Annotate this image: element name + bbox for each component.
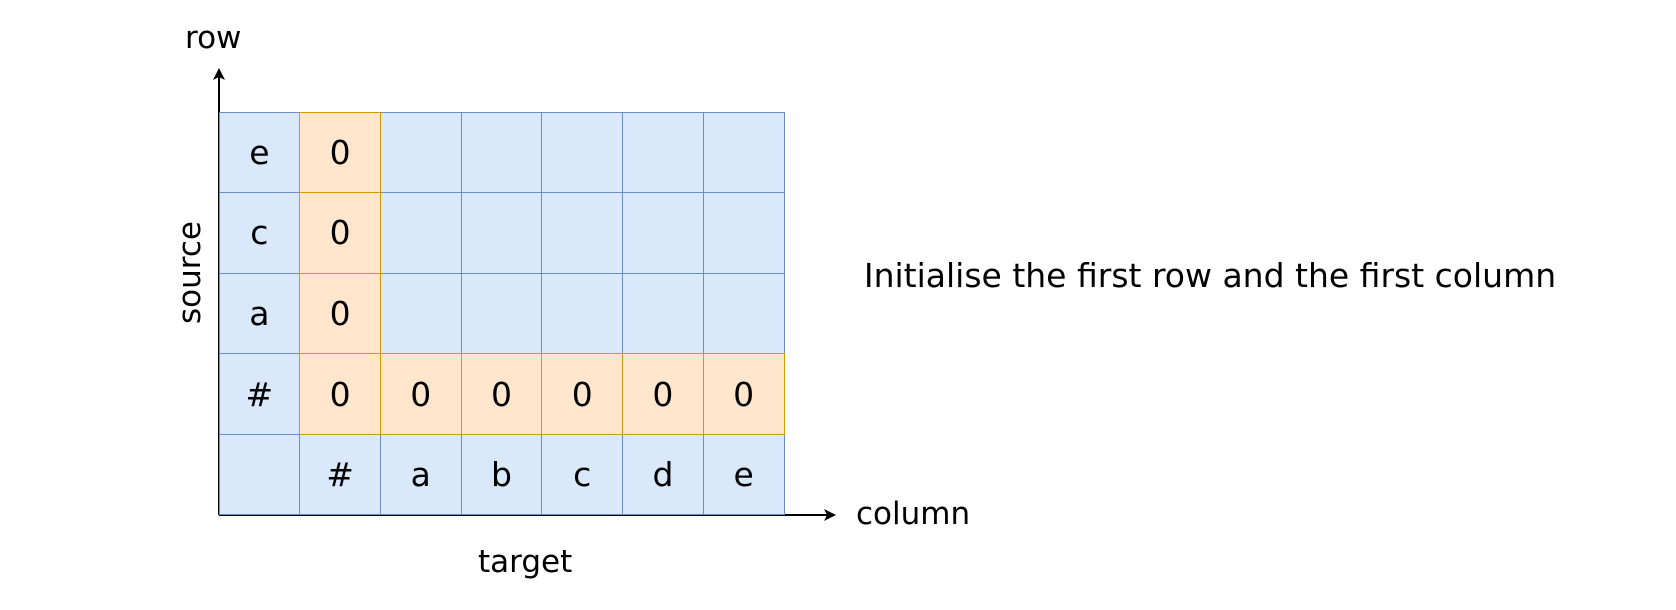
grid-cell (460, 111, 543, 194)
initialized-cell: 0 (702, 353, 785, 435)
initialized-cell: 0 (299, 272, 381, 355)
grid-cell (460, 192, 543, 274)
grid-cell: b (460, 433, 543, 516)
initialized-cell: 0 (379, 353, 462, 435)
dp-table-diagram: row column target source e 0 c 0 a 0 #0 0 0 0 0 0 # a… (0, 0, 1676, 610)
caption: Initialise the first row and the first c… (863, 256, 1557, 295)
grid-cell (541, 111, 624, 194)
initialized-cell: 0 (299, 111, 381, 194)
grid-cell: d (622, 433, 704, 516)
row-axis-label: row (185, 20, 242, 56)
grid-cell (379, 192, 462, 274)
grid-cell: a (218, 272, 301, 355)
grid-cell: # (218, 353, 301, 435)
grid-cell: c (541, 433, 624, 516)
grid-cell (622, 192, 704, 274)
grid-cell: # (299, 433, 381, 516)
initialized-cell: 0 (299, 192, 381, 274)
source-label: source (172, 221, 208, 324)
initialized-cell: 0 (622, 353, 704, 435)
column-axis-label: column (856, 496, 971, 532)
grid-cell (218, 433, 301, 516)
grid-cell: c (218, 192, 301, 274)
grid-cell (379, 272, 462, 355)
grid-cell: a (379, 433, 462, 516)
grid-cell (541, 272, 624, 355)
target-label: target (478, 544, 573, 580)
grid-cell (379, 111, 462, 194)
grid-cell (702, 192, 785, 274)
grid-cell (702, 272, 785, 355)
grid-cell (702, 111, 785, 194)
initialized-cell: 0 (299, 353, 381, 435)
grid-cell (622, 272, 704, 355)
grid-cell (622, 111, 704, 194)
initialized-cell: 0 (541, 353, 624, 435)
initialized-cell: 0 (460, 353, 543, 435)
grid-cell: e (702, 433, 785, 516)
grid-cell (541, 192, 624, 274)
grid-cell (460, 272, 543, 355)
dp-grid: e 0 c 0 a 0 #0 0 0 0 0 0 # a b c d e (218, 111, 785, 516)
grid-cell: e (218, 111, 301, 194)
